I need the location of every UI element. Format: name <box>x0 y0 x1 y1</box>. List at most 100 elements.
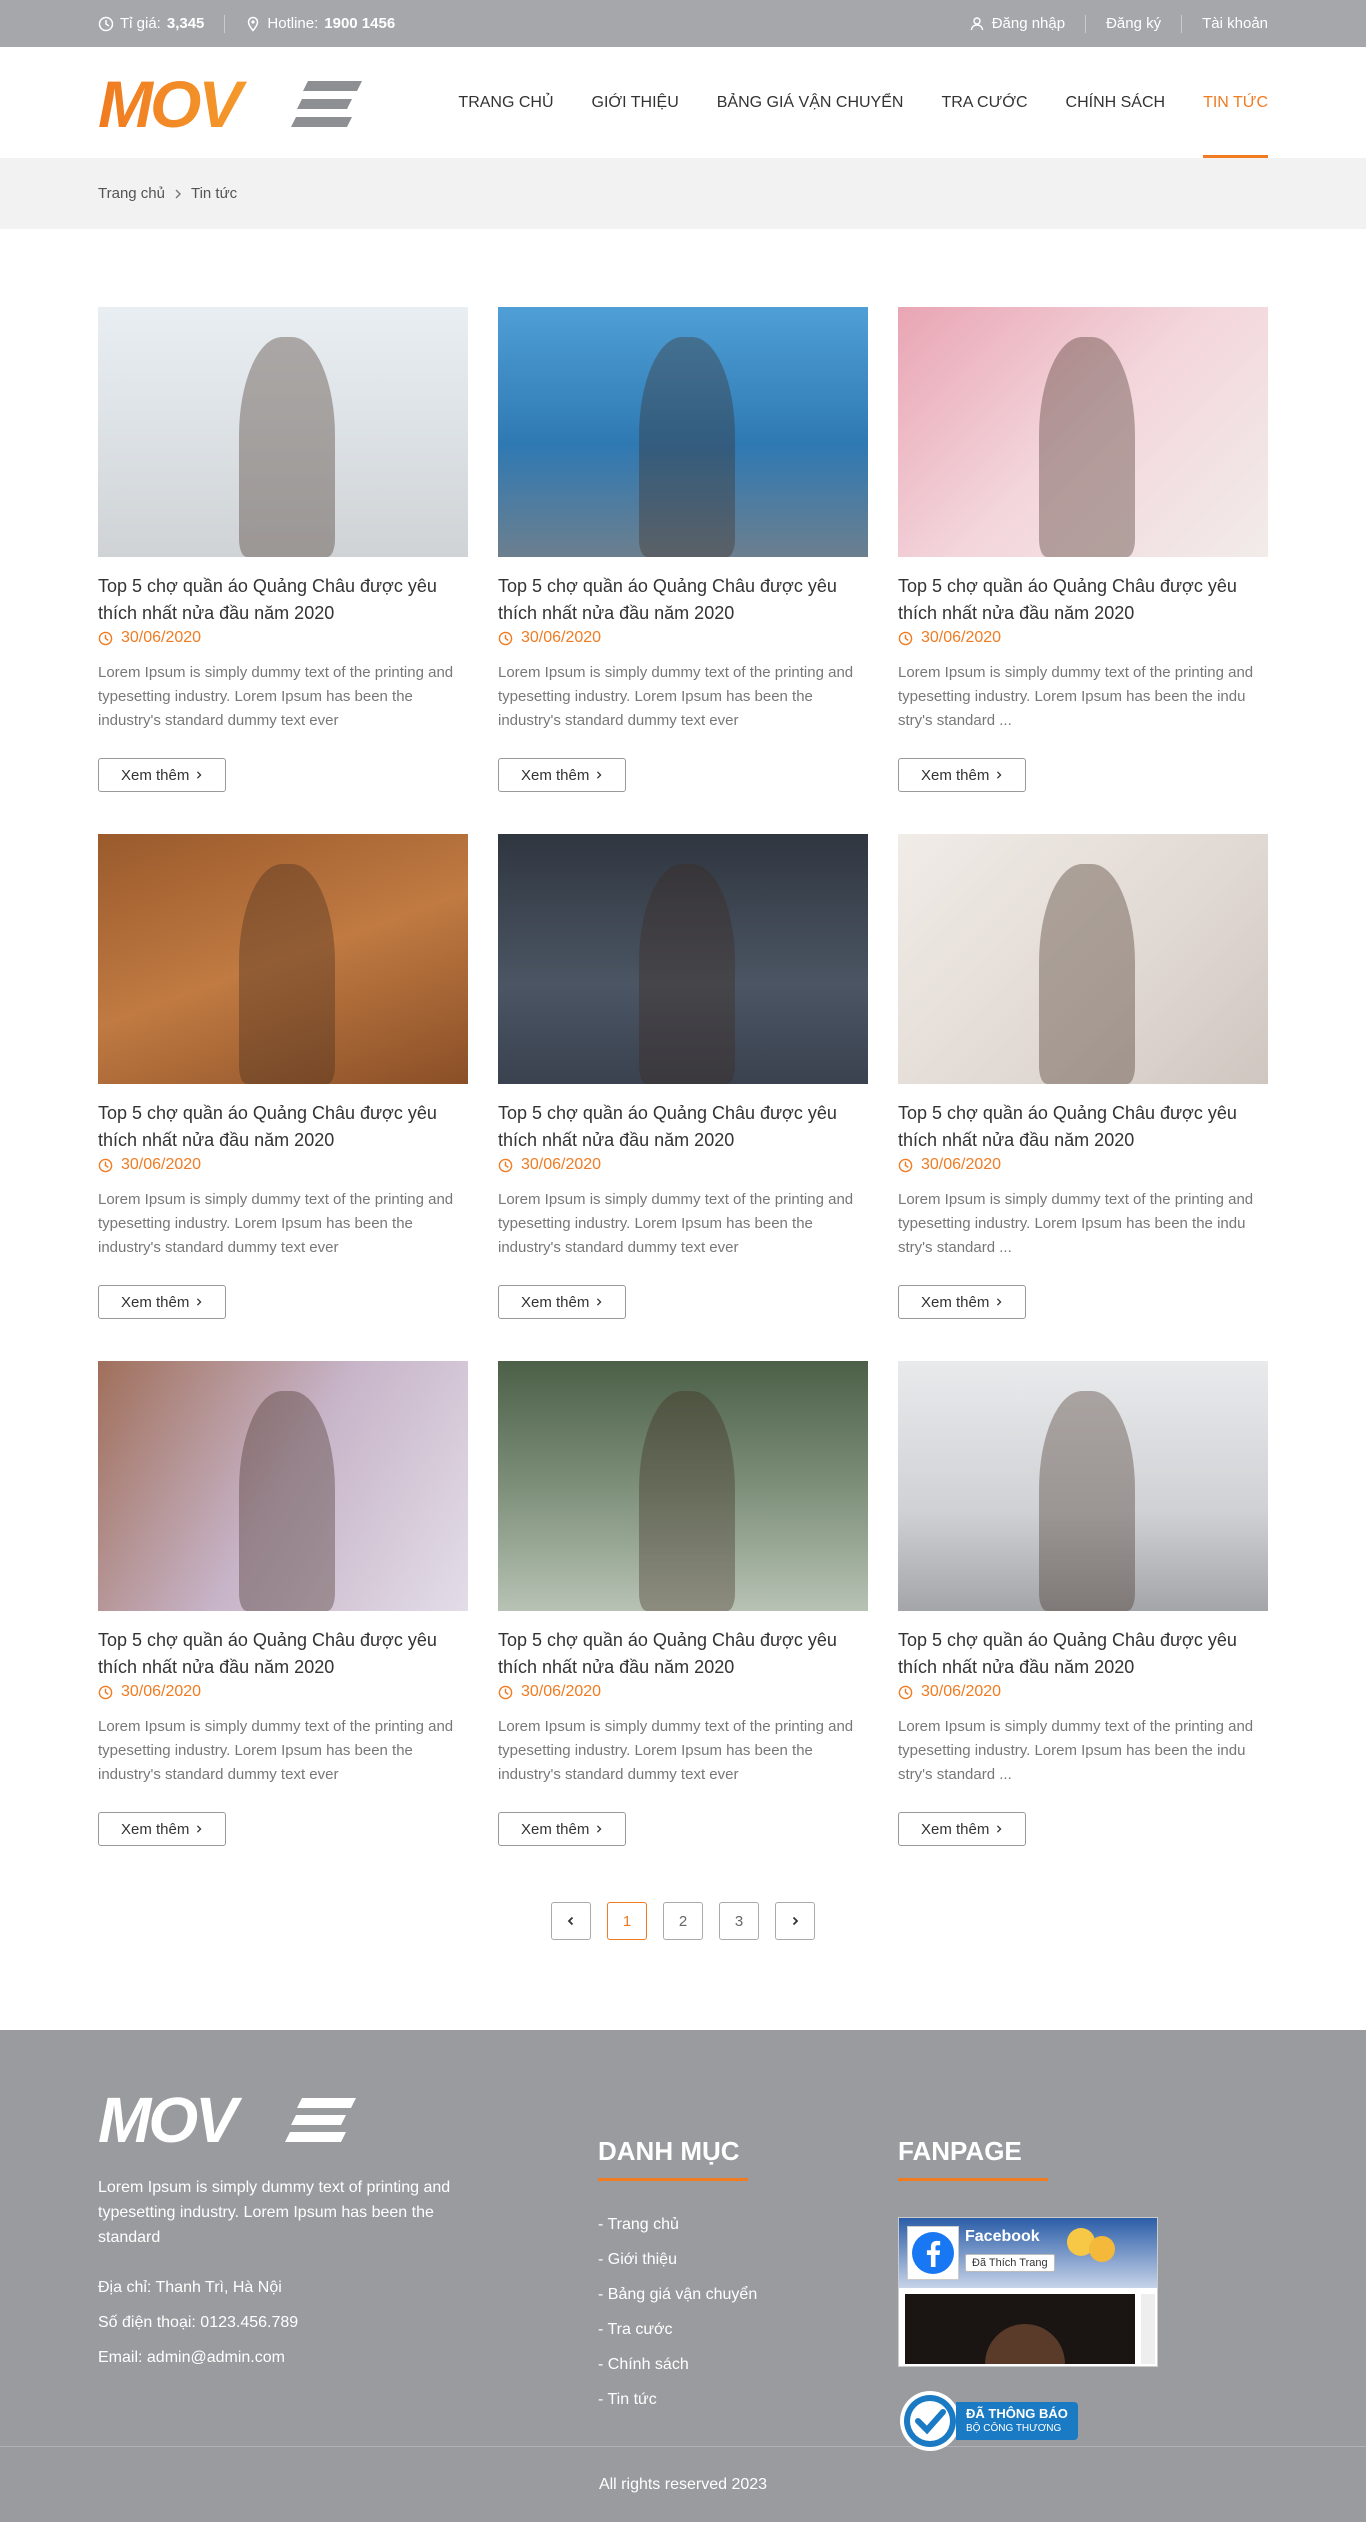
read-more-button[interactable]: Xem thêm <box>98 1285 227 1319</box>
article-card[interactable]: Top 5 chợ quần áo Quảng Châu được yêu th… <box>898 834 1268 1319</box>
read-more-label: Xem thêm <box>921 766 990 784</box>
article-title[interactable]: Top 5 chợ quần áo Quảng Châu được yêu th… <box>98 1627 468 1681</box>
article-image[interactable] <box>98 307 468 557</box>
read-more-button[interactable]: Xem thêm <box>98 1812 227 1846</box>
clock-icon <box>498 1158 513 1172</box>
article-card[interactable]: Top 5 chợ quần áo Quảng Châu được yêu th… <box>498 1361 868 1846</box>
read-more-button[interactable]: Xem thêm <box>498 758 627 792</box>
read-more-button[interactable]: Xem thêm <box>498 1285 627 1319</box>
article-card[interactable]: Top 5 chợ quần áo Quảng Châu được yêu th… <box>498 834 868 1319</box>
footer-link-home[interactable]: - Trang chủ <box>598 2216 679 2233</box>
footer-fanpage-heading: FANPAGE <box>898 2136 1048 2181</box>
article-card[interactable]: Top 5 chợ quần áo Quảng Châu được yêu th… <box>898 307 1268 792</box>
facebook-like-button[interactable]: Đã Thích Trang <box>965 2254 1055 2272</box>
article-date: 30/06/2020 <box>98 629 468 647</box>
article-date: 30/06/2020 <box>98 1683 468 1701</box>
bct-line2: BỘ CÔNG THƯƠNG <box>966 2423 1062 2434</box>
logo[interactable]: MOV <box>98 73 368 133</box>
footer-link-shipping-rates[interactable]: - Bảng giá vận chuyển <box>598 2286 757 2303</box>
bct-line1: ĐÃ THÔNG BÁO <box>966 2406 1068 2421</box>
article-date: 30/06/2020 <box>98 1156 468 1174</box>
exchange-rate: Tỉ giá: 3,345 <box>98 15 204 32</box>
article-title[interactable]: Top 5 chợ quần áo Quảng Châu được yêu th… <box>498 1627 868 1681</box>
footer-link-policy[interactable]: - Chính sách <box>598 2356 689 2373</box>
clock-icon <box>498 631 513 645</box>
article-excerpt: Lorem Ipsum is simply dummy text of the … <box>98 1191 454 1256</box>
bct-badge[interactable]: ĐÃ THÔNG BÁO BỘ CÔNG THƯƠNG <box>898 2389 1268 2453</box>
account-link[interactable]: Tài khoản <box>1202 15 1268 32</box>
register-link[interactable]: Đăng ký <box>1106 15 1161 32</box>
footer: MOV Lorem Ipsum is simply dummy text of … <box>0 2030 1366 2522</box>
next-page-button[interactable] <box>775 1902 815 1940</box>
rate-value: 3,345 <box>166 15 205 32</box>
article-title[interactable]: Top 5 chợ quần áo Quảng Châu được yêu th… <box>898 1100 1268 1154</box>
nav-shipping-rates[interactable]: BẢNG GIÁ VẬN CHUYỂN <box>717 47 904 158</box>
read-more-button[interactable]: Xem thêm <box>898 758 1027 792</box>
page-1-button[interactable]: 1 <box>607 1902 647 1940</box>
nav-policy[interactable]: CHÍNH SÁCH <box>1066 47 1166 158</box>
article-date-text: 30/06/2020 <box>521 629 602 646</box>
read-more-button[interactable]: Xem thêm <box>498 1812 627 1846</box>
article-card[interactable]: Top 5 chợ quần áo Quảng Châu được yêu th… <box>98 834 468 1319</box>
article-title[interactable]: Top 5 chợ quần áo Quảng Châu được yêu th… <box>898 573 1268 627</box>
chevron-right-icon <box>197 1298 202 1306</box>
login-label: Đăng nhập <box>991 15 1066 32</box>
clock-icon <box>98 16 114 31</box>
article-card[interactable]: Top 5 chợ quần áo Quảng Châu được yêu th… <box>898 1361 1268 1846</box>
read-more-label: Xem thêm <box>121 1820 190 1838</box>
nav-tracking[interactable]: TRA CƯỚC <box>941 47 1027 158</box>
article-title[interactable]: Top 5 chợ quần áo Quảng Châu được yêu th… <box>98 573 468 627</box>
article-card[interactable]: Top 5 chợ quần áo Quảng Châu được yêu th… <box>98 307 468 792</box>
read-more-button[interactable]: Xem thêm <box>98 758 227 792</box>
footer-email: Email: admin@admin.com <box>98 2349 285 2366</box>
article-excerpt: Lorem Ipsum is simply dummy text of the … <box>898 664 1254 729</box>
page-3-button[interactable]: 3 <box>719 1902 759 1940</box>
article-date: 30/06/2020 <box>498 629 868 647</box>
nav-about[interactable]: GIỚI THIỆU <box>592 47 679 158</box>
page-2-button[interactable]: 2 <box>663 1902 703 1940</box>
chevron-right-icon <box>997 1825 1002 1833</box>
footer-link-news[interactable]: - Tin tức <box>598 2391 657 2408</box>
article-date: 30/06/2020 <box>498 1683 868 1701</box>
article-image[interactable] <box>898 834 1268 1084</box>
article-title[interactable]: Top 5 chợ quần áo Quảng Châu được yêu th… <box>898 1627 1268 1681</box>
article-title[interactable]: Top 5 chợ quần áo Quảng Châu được yêu th… <box>98 1100 468 1154</box>
svg-text:MOV: MOV <box>98 2090 243 2148</box>
read-more-label: Xem thêm <box>521 1820 590 1838</box>
read-more-button[interactable]: Xem thêm <box>898 1285 1027 1319</box>
footer-link-tracking[interactable]: - Tra cước <box>598 2321 673 2338</box>
prev-page-button[interactable] <box>551 1902 591 1940</box>
article-title[interactable]: Top 5 chợ quần áo Quảng Châu được yêu th… <box>498 1100 868 1154</box>
article-image[interactable] <box>498 1361 868 1611</box>
footer-menu-heading: DANH MỤC <box>598 2136 748 2181</box>
breadcrumb-home[interactable]: Trang chủ <box>98 185 165 202</box>
article-image[interactable] <box>898 1361 1268 1611</box>
read-more-label: Xem thêm <box>521 766 590 784</box>
login-link[interactable]: Đăng nhập <box>970 15 1065 32</box>
article-card[interactable]: Top 5 chợ quần áo Quảng Châu được yêu th… <box>98 1361 468 1846</box>
nav-home[interactable]: TRANG CHỦ <box>458 47 553 158</box>
read-more-button[interactable]: Xem thêm <box>898 1812 1027 1846</box>
chevron-right-icon <box>792 1916 799 1926</box>
scrollbar[interactable] <box>1141 2294 1155 2364</box>
article-card[interactable]: Top 5 chợ quần áo Quảng Châu được yêu th… <box>498 307 868 792</box>
read-more-label: Xem thêm <box>521 1293 590 1311</box>
article-image[interactable] <box>98 834 468 1084</box>
read-more-label: Xem thêm <box>921 1293 990 1311</box>
article-image[interactable] <box>98 1361 468 1611</box>
facebook-video-thumbnail[interactable] <box>905 2294 1135 2364</box>
nav-news[interactable]: TIN TỨC <box>1203 47 1268 158</box>
read-more-label: Xem thêm <box>121 1293 190 1311</box>
facebook-widget[interactable]: Facebook Đã Thích Trang <box>898 2217 1158 2367</box>
bct-check-icon <box>900 2391 960 2451</box>
clock-icon <box>98 1685 113 1699</box>
article-title[interactable]: Top 5 chợ quần áo Quảng Châu được yêu th… <box>498 573 868 627</box>
article-date: 30/06/2020 <box>898 629 1268 647</box>
article-image[interactable] <box>498 307 868 557</box>
chevron-right-icon <box>597 1825 602 1833</box>
footer-link-about[interactable]: - Giới thiệu <box>598 2251 677 2268</box>
facebook-logo-icon <box>912 2232 954 2274</box>
article-image[interactable] <box>898 307 1268 557</box>
chevron-right-icon <box>597 771 602 779</box>
article-image[interactable] <box>498 834 868 1084</box>
